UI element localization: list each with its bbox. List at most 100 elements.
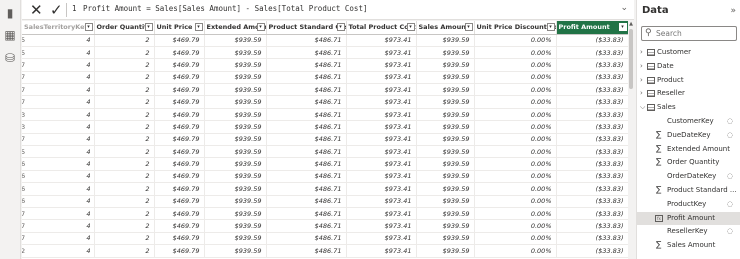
table-cell[interactable]: 45 [22, 145, 95, 159]
table-row[interactable]: 472$469.79$939.59$486.71$973.41$939.590.… [22, 83, 628, 97]
table-cell[interactable]: 2 [94, 195, 155, 208]
table-cell[interactable]: 0.00% [474, 58, 557, 72]
table-cell[interactable]: 0.00% [474, 145, 557, 159]
table-cell[interactable]: ($33.83) [556, 71, 628, 85]
table-cell[interactable]: 0.00% [474, 34, 557, 47]
table-cell[interactable]: $486.71 [266, 170, 347, 184]
chevron-right-icon[interactable]: › [640, 89, 643, 97]
table-cell[interactable]: 47 [22, 83, 95, 97]
table-cell[interactable]: ($33.83) [556, 133, 628, 147]
table-cell[interactable]: 2 [94, 182, 155, 196]
column-header[interactable]: Product Standard Cost ▾ [266, 21, 347, 35]
table-cell[interactable]: 47 [22, 232, 95, 246]
table-cell[interactable]: $469.79 [154, 170, 205, 184]
table-cell[interactable]: $939.59 [204, 182, 267, 196]
table-cell[interactable]: $973.41 [346, 207, 417, 221]
table-cell[interactable]: $973.41 [346, 108, 417, 122]
field-item[interactable]: ProductKey ◌ [637, 198, 740, 212]
table-cell[interactable]: $486.71 [266, 244, 347, 258]
table-row[interactable]: 432$469.79$939.59$486.71$973.41$939.590.… [22, 108, 628, 122]
field-item[interactable]: ∑ DueDateKey ◌ [637, 129, 740, 143]
table-row[interactable]: 462$469.79$939.59$486.71$973.41$939.590.… [22, 170, 628, 184]
field-item[interactable]: ∑ Order Quantity [637, 156, 740, 170]
table-cell[interactable]: $469.79 [154, 46, 205, 60]
table-cell[interactable]: $939.59 [204, 108, 267, 122]
table-cell[interactable]: $939.59 [416, 195, 475, 208]
table-cell[interactable]: ($33.83) [556, 219, 628, 233]
table-cell[interactable]: $939.59 [416, 71, 475, 85]
table-row[interactable]: 462$469.79$939.59$486.71$973.41$939.590.… [22, 195, 628, 208]
table-cell[interactable]: $939.59 [204, 71, 267, 85]
table-cell[interactable]: $469.79 [154, 244, 205, 258]
table-cell[interactable]: 0.00% [474, 232, 557, 246]
table-row[interactable]: 422$469.79$939.59$486.71$973.41$939.590.… [22, 244, 628, 258]
table-cell[interactable]: ($33.83) [556, 157, 628, 171]
table-cell[interactable]: 0.00% [474, 83, 557, 97]
table-cell[interactable]: $973.41 [346, 58, 417, 72]
table-cell[interactable]: $469.79 [154, 95, 205, 109]
table-row[interactable]: 432$469.79$939.59$486.71$973.41$939.590.… [22, 120, 628, 134]
table-cell[interactable]: 2 [94, 71, 155, 85]
cancel-formula-icon[interactable]: ✕ [30, 1, 43, 19]
table-cell[interactable]: $939.59 [416, 95, 475, 109]
table-cell[interactable]: ($33.83) [556, 244, 628, 258]
table-cell[interactable]: $486.71 [266, 195, 347, 208]
table-cell[interactable]: $486.71 [266, 58, 347, 72]
table-cell[interactable]: $486.71 [266, 120, 347, 134]
chevron-right-icon[interactable]: › [640, 62, 643, 70]
table-cell[interactable]: $973.41 [346, 195, 417, 208]
table-cell[interactable]: $486.71 [266, 95, 347, 109]
table-cell[interactable]: $939.59 [416, 219, 475, 233]
table-row[interactable]: 472$469.79$939.59$486.71$973.41$939.590.… [22, 95, 628, 109]
table-cell[interactable]: $939.59 [204, 58, 267, 72]
table-cell[interactable]: $973.41 [346, 46, 417, 60]
column-header[interactable]: Unit Price ▾ [154, 21, 205, 35]
column-header[interactable]: Total Product Cost ▾ [346, 21, 417, 35]
table-cell[interactable]: $939.59 [204, 207, 267, 221]
expand-formula-icon[interactable]: ⌄ [620, 3, 628, 13]
column-filter-icon[interactable]: ▾ [546, 23, 555, 31]
table-cell[interactable]: $939.59 [416, 232, 475, 246]
table-cell[interactable]: ($33.83) [556, 182, 628, 196]
table-cell[interactable]: 47 [22, 207, 95, 221]
table-cell[interactable]: $469.79 [154, 182, 205, 196]
table-cell[interactable]: 0.00% [474, 170, 557, 184]
table-cell[interactable]: $973.41 [346, 219, 417, 233]
table-cell[interactable]: 0.00% [474, 95, 557, 109]
table-cell[interactable]: $486.71 [266, 232, 347, 246]
table-cell[interactable]: 2 [94, 108, 155, 122]
table-cell[interactable]: 46 [22, 182, 95, 196]
table-cell[interactable]: 46 [22, 170, 95, 184]
table-cell[interactable]: $469.79 [154, 207, 205, 221]
table-row[interactable]: 472$469.79$939.59$486.71$973.41$939.590.… [22, 133, 628, 147]
table-cell[interactable]: 0.00% [474, 207, 557, 221]
table-view-icon[interactable]: ▦ [3, 28, 17, 42]
table-cell[interactable]: 43 [22, 108, 95, 122]
column-header[interactable]: Extended Amount ▾ [204, 21, 267, 35]
table-cell[interactable]: $486.71 [266, 133, 347, 147]
search-box[interactable]: ⚲ [641, 26, 737, 41]
table-cell[interactable]: $939.59 [416, 83, 475, 97]
table-cell[interactable]: 2 [94, 207, 155, 221]
table-cell[interactable]: $939.59 [204, 46, 267, 60]
table-cell[interactable]: $939.59 [416, 182, 475, 196]
table-cell[interactable]: ($33.83) [556, 232, 628, 246]
table-cell[interactable]: $469.79 [154, 120, 205, 134]
table-row[interactable]: 472$469.79$939.59$486.71$973.41$939.590.… [22, 58, 628, 72]
table-cell[interactable]: $486.71 [266, 34, 347, 47]
table-cell[interactable]: ($33.83) [556, 46, 628, 60]
model-view-icon[interactable]: ⛁ [3, 51, 17, 65]
column-header[interactable]: Sales Amount ▾ [416, 21, 475, 35]
table-cell[interactable]: $486.71 [266, 46, 347, 60]
field-item[interactable]: CustomerKey ◌ [637, 115, 740, 129]
column-header[interactable]: Profit Amount ▾ [556, 21, 628, 35]
table-cell[interactable]: 2 [94, 244, 155, 258]
table-cell[interactable]: $973.41 [346, 120, 417, 134]
column-filter-icon[interactable]: ▾ [406, 23, 415, 31]
table-cell[interactable]: $973.41 [346, 83, 417, 97]
table-cell[interactable]: 47 [22, 71, 95, 85]
table-node-date[interactable]: › Date [637, 60, 740, 74]
field-item[interactable]: OrderDateKey ◌ [637, 170, 740, 184]
table-cell[interactable]: $486.71 [266, 71, 347, 85]
table-cell[interactable]: 0.00% [474, 108, 557, 122]
